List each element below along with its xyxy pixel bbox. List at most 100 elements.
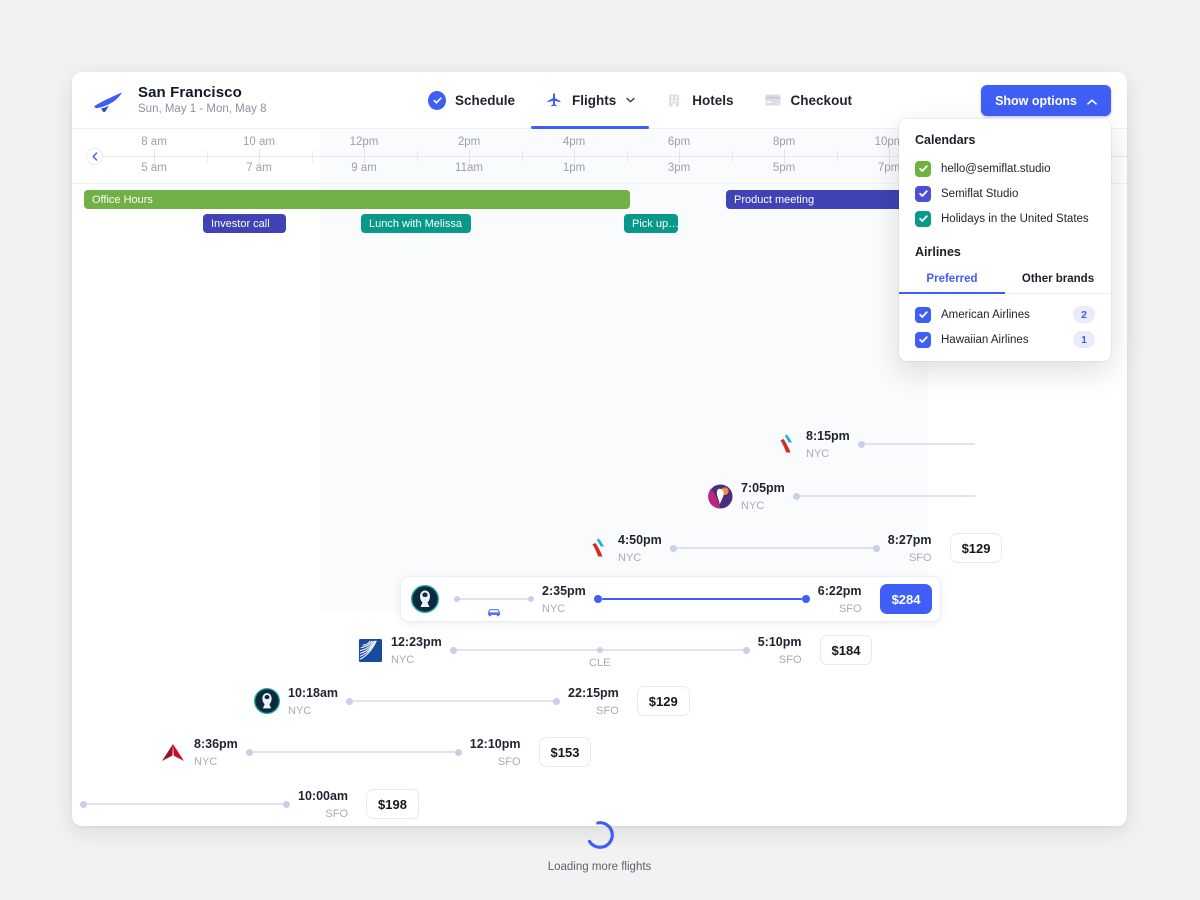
airline-option-row[interactable]: Hawaiian Airlines 1	[899, 327, 1111, 352]
calendar-event-title: Investor call	[211, 217, 270, 230]
flight-leg	[669, 544, 880, 552]
options-dropdown-panel: Calendars hello@semiflat.studio Semiflat …	[899, 119, 1111, 361]
airline-count-badge: 1	[1073, 331, 1095, 348]
flight-bar	[353, 700, 554, 702]
brand-text: San Francisco Sun, May 1 - Mon, May 8	[138, 84, 266, 116]
flight-row[interactable]: 8:36pm NYC 12:10pm SFO $153	[160, 730, 592, 774]
arrival-airport-code: SFO	[497, 755, 521, 768]
ruler-label-top: 10 am	[243, 136, 275, 148]
calendar-event[interactable]: Office Hours	[84, 190, 630, 209]
calendar-event[interactable]: Lunch with Melissa	[361, 214, 471, 233]
destination-dot	[283, 800, 290, 808]
flight-row[interactable]: 2:35pm NYC 6:22pm SFO $284	[400, 576, 942, 622]
ruler-tick-minor	[521, 151, 523, 162]
segment-bar	[460, 598, 528, 600]
arrival-endpoint: 22:15pm SFO	[560, 684, 627, 717]
departure-airport-code: NYC	[618, 551, 642, 564]
ground-transfer-segment	[454, 596, 534, 617]
tab-hotels[interactable]: Hotels	[651, 72, 747, 129]
arrival-airport-code: SFO	[838, 602, 862, 615]
building-icon	[665, 91, 683, 109]
departure-endpoint: 12:23pm NYC	[383, 633, 450, 666]
airline-option-label: American Airlines	[941, 308, 1030, 321]
show-options-label: Show options	[995, 93, 1077, 108]
calendar-option-label: Semiflat Studio	[941, 187, 1019, 200]
calendar-event[interactable]: Investor call	[203, 214, 286, 233]
ruler-tick-minor	[836, 151, 838, 162]
calendar-option-row[interactable]: hello@semiflat.studio	[899, 156, 1111, 181]
flight-price-button[interactable]: $129	[636, 686, 690, 716]
flight-leg	[593, 595, 810, 603]
tab-checkout[interactable]: Checkout	[750, 72, 867, 129]
american-airlines-logo-icon	[772, 431, 798, 457]
airline-filter-tab[interactable]: Other brands	[1005, 266, 1111, 293]
airline-filter-tab[interactable]: Preferred	[899, 266, 1005, 294]
american-airlines-logo-icon	[584, 535, 610, 561]
destination-dot	[801, 595, 810, 603]
arrival-time: 22:15pm	[568, 686, 619, 701]
arrival-airport-code: SFO	[908, 551, 932, 564]
calendar-event[interactable]: Pick up…	[624, 214, 678, 233]
ruler-prev-button[interactable]	[86, 148, 103, 165]
chevron-down-icon	[626, 95, 636, 105]
flight-price-button[interactable]: $129	[949, 533, 1003, 563]
tab-checkout-label: Checkout	[790, 92, 853, 108]
arrival-time: 5:10pm	[757, 635, 802, 650]
tab-flights[interactable]: Flights	[531, 72, 650, 129]
departure-time: 10:18am	[288, 686, 339, 701]
checkbox-checked-icon[interactable]	[915, 306, 931, 323]
flight-price-button[interactable]: $284	[879, 584, 933, 614]
date-range: Sun, May 1 - Mon, May 8	[138, 103, 267, 116]
origin-dot	[80, 800, 87, 808]
calendar-option-label: Holidays in the United States	[941, 212, 1089, 225]
airline-option-label: Hawaiian Airlines	[941, 333, 1029, 346]
departure-airport-code: NYC	[806, 447, 830, 460]
departure-time: 8:36pm	[194, 737, 238, 752]
tab-schedule[interactable]: Schedule	[414, 72, 529, 129]
tab-schedule-label: Schedule	[455, 92, 516, 108]
departure-time: 4:50pm	[618, 533, 662, 548]
checkbox-checked-icon[interactable]	[915, 185, 931, 202]
ruler-tick-minor	[626, 151, 628, 162]
destination-dot	[553, 697, 561, 705]
show-options-button[interactable]: Show options	[981, 85, 1111, 116]
calendar-event-title: Product meeting	[734, 193, 815, 206]
flight-row[interactable]: 8:15pm NYC	[772, 422, 975, 466]
flight-row[interactable]: 12:23pm NYC CLE 5:10pm SFO $184	[357, 628, 873, 672]
ruler-tick	[679, 149, 680, 164]
departure-airport-code: NYC	[288, 704, 312, 717]
flight-row[interactable]: 4:50pm NYC 8:27pm SFO $129	[584, 526, 1003, 570]
flight-bar	[252, 751, 455, 753]
caret-up-icon	[1087, 94, 1097, 108]
flight-bar	[676, 547, 873, 549]
airline-option-row[interactable]: American Airlines 2	[899, 302, 1111, 327]
plane-icon	[545, 91, 563, 109]
flight-row[interactable]: 10:18am NYC 22:15pm SFO $129	[254, 679, 690, 723]
departure-airport-code: NYC	[741, 499, 765, 512]
departure-time: 12:23pm	[391, 635, 442, 650]
departure-airport-code: NYC	[194, 755, 218, 768]
origin-dot	[792, 492, 800, 500]
ruler-label-top: 2pm	[457, 136, 481, 148]
flight-row[interactable]: 7:05pm NYC	[707, 474, 975, 518]
stopover-segment: CLE	[456, 647, 743, 669]
arrival-endpoint: 12:10pm SFO	[462, 735, 529, 768]
origin-dot	[593, 595, 602, 603]
checkbox-checked-icon[interactable]	[915, 160, 931, 177]
calendar-option-row[interactable]: Semiflat Studio	[899, 181, 1111, 206]
departure-airport-code: NYC	[542, 602, 566, 615]
flight-price-button[interactable]: $198	[366, 789, 419, 819]
flight-price-button[interactable]: $153	[538, 737, 592, 767]
alaska-airlines-logo-icon	[254, 688, 280, 714]
tab-hotels-label: Hotels	[692, 92, 734, 108]
calendar-option-row[interactable]: Holidays in the United States	[899, 206, 1111, 231]
departure-time: 7:05pm	[741, 481, 785, 496]
ruler-label-top: 8pm	[772, 136, 796, 148]
checkbox-checked-icon[interactable]	[915, 331, 931, 348]
checkbox-checked-icon[interactable]	[915, 210, 931, 227]
flight-leg: CLE	[449, 646, 750, 669]
flight-price-button[interactable]: $184	[819, 635, 873, 665]
page-title: San Francisco	[138, 83, 242, 101]
united-airlines-logo-icon	[357, 637, 383, 663]
flight-bar	[601, 597, 802, 601]
